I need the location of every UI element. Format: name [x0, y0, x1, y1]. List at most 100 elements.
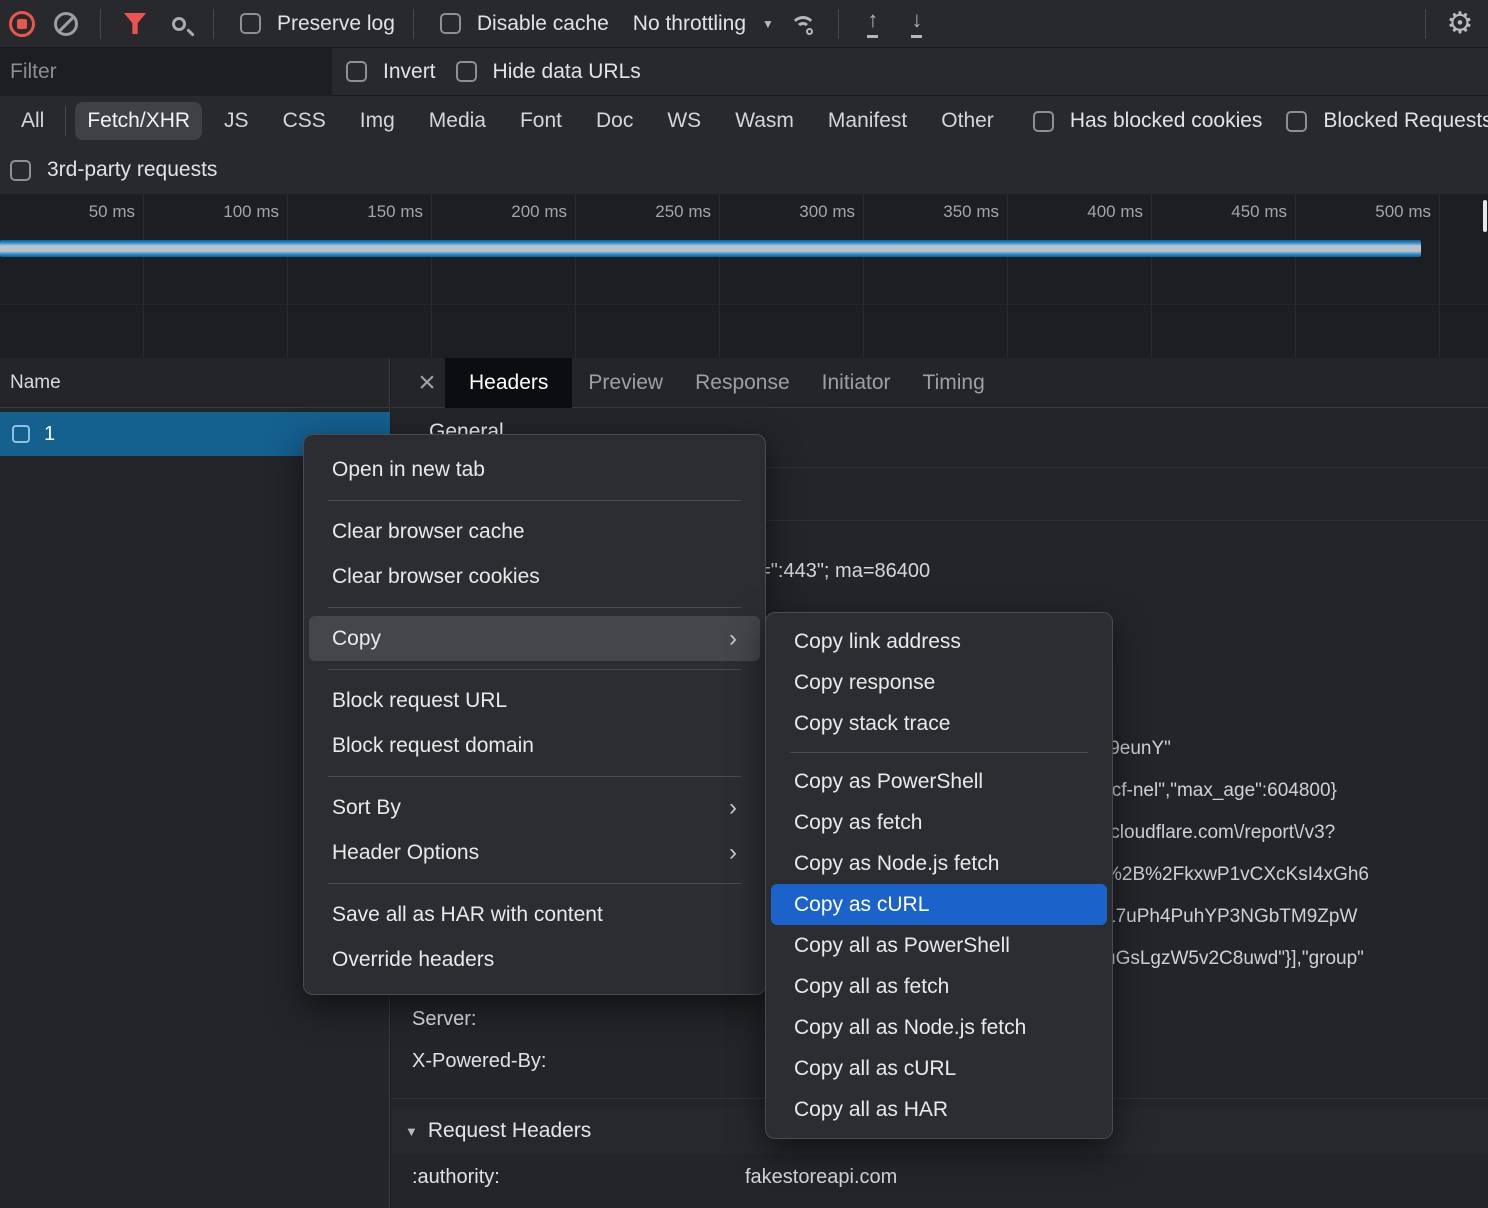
chevron-right-icon: › — [729, 796, 737, 820]
request-type-filter[interactable]: JS — [212, 102, 261, 140]
authority-header-key: :authority: — [412, 1166, 500, 1189]
hide-data-urls-checkbox[interactable] — [456, 61, 477, 82]
menu-divider — [790, 752, 1088, 753]
close-x-icon: × — [418, 366, 436, 399]
header-value-fragment: L7uPh4PuhYP3NGbTM9ZpW — [1105, 906, 1357, 928]
menu-divider — [328, 776, 741, 777]
network-toolbar: Preserve log Disable cache No throttling… — [0, 0, 1488, 48]
search-icon — [172, 17, 186, 31]
settings-gear-icon: ⚙ — [1447, 9, 1474, 39]
menu-divider — [328, 607, 741, 608]
toolbar-divider — [213, 9, 214, 39]
context-menu-item[interactable]: Override headers — [304, 937, 765, 982]
context-menu-item[interactable]: Save all as HAR with content — [304, 892, 765, 937]
network-conditions-button[interactable] — [782, 2, 826, 46]
toolbar-divider — [838, 9, 839, 39]
blocked-requests-checkbox[interactable] — [1286, 111, 1307, 132]
request-type-filter[interactable]: Other — [929, 102, 1006, 140]
context-menu-item[interactable]: Header Options › — [304, 830, 765, 875]
disable-cache-checkbox[interactable] — [440, 13, 461, 34]
request-type-filter[interactable]: Fetch/XHR — [75, 102, 202, 140]
timeline-tick: 500 ms — [1296, 194, 1440, 358]
submenu-item[interactable]: Copy response — [766, 662, 1112, 703]
triangle-down-icon: ▼ — [405, 1124, 418, 1139]
submenu-item[interactable]: Copy as Node.js fetch — [766, 843, 1112, 884]
submenu-item[interactable]: Copy stack trace — [766, 703, 1112, 744]
copy-submenu: Copy link address Copy response Copy sta… — [765, 612, 1113, 1139]
context-menu-item[interactable]: Sort By › — [304, 785, 765, 830]
request-type-filter[interactable]: CSS — [271, 102, 338, 140]
filter-toggle-button[interactable] — [113, 2, 157, 46]
third-party-requests-checkbox[interactable] — [10, 160, 31, 181]
header-value-fragment: uGsLgzW5v2C8uwd"}],"group" — [1105, 948, 1364, 970]
submenu-item[interactable]: Copy all as PowerShell — [766, 925, 1112, 966]
scrollbar-thumb[interactable] — [1483, 200, 1487, 232]
request-type-filter[interactable]: Doc — [584, 102, 645, 140]
context-menu-item[interactable]: Block request URL — [304, 678, 765, 723]
toolbar-divider — [413, 9, 414, 39]
details-tab[interactable]: Initiator — [806, 358, 907, 408]
timeline-tick: 350 ms — [864, 194, 1008, 358]
submenu-item[interactable]: Copy as fetch — [766, 802, 1112, 843]
request-type-filter[interactable]: Img — [348, 102, 407, 140]
submenu-item[interactable]: Copy link address — [766, 621, 1112, 662]
filter-input[interactable]: Filter — [0, 48, 332, 96]
submenu-item[interactable]: Copy as cURL — [771, 884, 1107, 925]
request-type-filter[interactable]: WS — [655, 102, 713, 140]
close-details-button[interactable]: × — [409, 358, 445, 408]
submenu-item[interactable]: Copy all as cURL — [766, 1048, 1112, 1089]
timeline-tick: 200 ms — [432, 194, 576, 358]
details-tab[interactable]: Response — [679, 358, 806, 408]
details-tab[interactable]: Timing — [907, 358, 1001, 408]
timeline-tick: 300 ms — [720, 194, 864, 358]
request-type-filter[interactable]: Manifest — [816, 102, 919, 140]
invert-label: Invert — [383, 60, 436, 84]
request-headers-title: Request Headers — [428, 1119, 591, 1143]
throttling-select[interactable]: No throttling — [633, 12, 746, 36]
submenu-item[interactable]: Copy all as fetch — [766, 966, 1112, 1007]
request-row-checkbox[interactable] — [12, 425, 30, 443]
export-har-icon: ↓ — [911, 9, 922, 38]
context-menu-item[interactable]: Open in new tab — [304, 447, 765, 492]
record-button[interactable] — [0, 2, 44, 46]
response-header-key: Server: — [412, 1008, 476, 1031]
authority-header-value: fakestoreapi.com — [745, 1166, 897, 1189]
import-har-button[interactable]: ↑ — [851, 2, 895, 46]
submenu-item[interactable]: Copy all as Node.js fetch — [766, 1007, 1112, 1048]
request-row-label: 1 — [44, 423, 55, 446]
hide-data-urls-label: Hide data URLs — [493, 60, 641, 84]
request-type-filter-row: All Fetch/XHR JS CSS Img — [0, 96, 1488, 146]
import-har-icon: ↑ — [867, 9, 878, 38]
has-blocked-cookies-label: Has blocked cookies — [1070, 109, 1263, 133]
context-menu-item[interactable]: Block request domain — [304, 723, 765, 768]
context-menu-item[interactable]: Copy › — [309, 616, 760, 661]
details-tab[interactable]: Headers — [445, 358, 572, 408]
name-column-header[interactable]: Name — [0, 358, 389, 408]
details-tab[interactable]: Preview — [572, 358, 679, 408]
context-menu-item[interactable]: Clear browser cookies — [304, 554, 765, 599]
clear-button[interactable] — [44, 2, 88, 46]
request-type-filter[interactable]: Wasm — [723, 102, 806, 140]
request-type-filter[interactable]: Font — [508, 102, 574, 140]
chevron-down-icon[interactable]: ▼ — [762, 17, 774, 31]
disable-cache-label: Disable cache — [477, 12, 609, 36]
timeline-tick: 250 ms — [576, 194, 720, 358]
submenu-item[interactable]: Copy all as HAR — [766, 1089, 1112, 1130]
submenu-item[interactable]: Copy as PowerShell — [766, 761, 1112, 802]
has-blocked-cookies-checkbox[interactable] — [1033, 111, 1054, 132]
context-menu-item[interactable]: Clear browser cache — [304, 509, 765, 554]
timeline-tick: 150 ms — [288, 194, 432, 358]
invert-checkbox[interactable] — [346, 61, 367, 82]
network-overview-bar[interactable] — [0, 240, 1421, 257]
blocked-requests-label: Blocked Requests — [1323, 109, 1488, 133]
settings-button[interactable]: ⚙ — [1438, 2, 1482, 46]
request-type-filter[interactable]: All — [9, 102, 56, 140]
clear-icon — [54, 12, 78, 36]
chevron-right-icon: › — [729, 841, 737, 865]
search-button[interactable] — [157, 2, 201, 46]
toolbar-divider — [100, 9, 101, 39]
preserve-log-checkbox[interactable] — [240, 13, 261, 34]
chevron-right-icon: › — [729, 627, 737, 651]
export-har-button[interactable]: ↓ — [895, 2, 939, 46]
request-type-filter[interactable]: Media — [417, 102, 498, 140]
